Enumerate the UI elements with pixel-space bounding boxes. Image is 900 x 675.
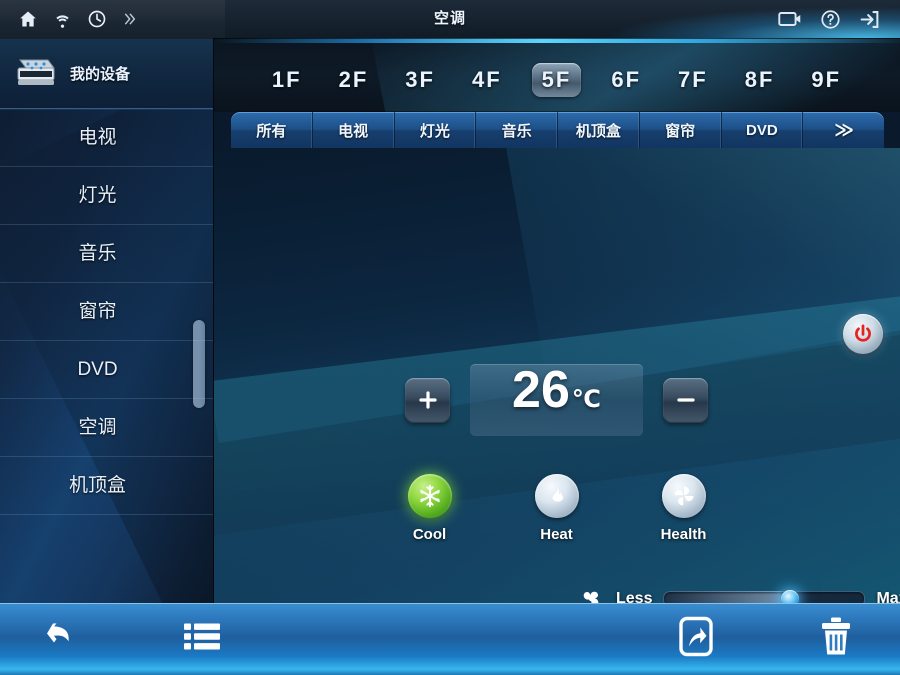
fan-icon xyxy=(577,586,605,603)
fan-max-label: Max xyxy=(876,590,900,603)
sidebar-item-tv[interactable]: 电视 xyxy=(0,109,213,167)
minus-icon xyxy=(676,398,695,402)
exit-icon[interactable] xyxy=(859,9,880,30)
floor-button-2f[interactable]: 2F xyxy=(332,62,376,98)
tab-settopbox[interactable]: 机顶盒 xyxy=(558,112,640,148)
sidebar: 我的设备 电视 灯光 音乐 窗帘 DVD 空调 机顶盒 xyxy=(0,38,214,603)
delete-button[interactable] xyxy=(818,616,854,663)
floor-button-4f[interactable]: 4F xyxy=(465,62,509,98)
sidebar-item-aircon[interactable]: 空调 xyxy=(0,399,213,457)
temperature-value: 26 xyxy=(512,361,570,419)
fan-speed-slider[interactable] xyxy=(663,590,866,603)
temperature-unit: ℃ xyxy=(571,386,601,413)
clock-icon[interactable] xyxy=(87,9,107,29)
sidebar-list: 电视 灯光 音乐 窗帘 DVD 空调 机顶盒 xyxy=(0,109,213,515)
tab-music[interactable]: 音乐 xyxy=(476,112,558,148)
wifi-icon[interactable] xyxy=(52,9,73,29)
temperature-decrease-button[interactable] xyxy=(663,377,708,423)
tab-light[interactable]: 灯光 xyxy=(395,112,477,148)
bottom-bar xyxy=(0,603,900,675)
chevron-double-right-icon[interactable] xyxy=(121,10,137,28)
floor-button-7f[interactable]: 7F xyxy=(671,62,715,98)
fan-blades-icon xyxy=(674,486,693,506)
plus-icon xyxy=(418,391,437,409)
mode-label: Cool xyxy=(412,526,447,543)
sidebar-item-settopbox[interactable]: 机顶盒 xyxy=(0,457,213,515)
mode-button-cool[interactable]: Cool xyxy=(385,474,475,543)
mode-orb xyxy=(534,474,579,518)
flame-icon xyxy=(552,486,563,502)
sidebar-item-label: 电视 xyxy=(78,127,117,148)
sidebar-header-label: 我的设备 xyxy=(70,65,131,83)
temperature-control: 26 ℃ xyxy=(213,364,900,436)
sidebar-item-label: 机顶盒 xyxy=(68,475,126,496)
tab-curtain[interactable]: 窗帘 xyxy=(640,112,722,148)
power-icon xyxy=(852,323,874,345)
sidebar-item-light[interactable]: 灯光 xyxy=(0,167,213,225)
tab-dvd[interactable]: DVD xyxy=(722,112,804,148)
floor-button-9f[interactable]: 9F xyxy=(804,62,848,98)
sidebar-item-dvd[interactable]: DVD xyxy=(0,341,213,399)
home-icon[interactable] xyxy=(18,9,38,29)
snowflake-icon xyxy=(419,484,440,508)
floor-button-1f[interactable]: 1F xyxy=(265,62,309,98)
floor-list: 1F 2F 3F 4F 5F 6F 7F 8F 9F xyxy=(213,38,900,112)
mode-button-health[interactable]: Health xyxy=(639,474,729,543)
app-window: 空调 我的设备 电视 灯光 音乐 窗帘 DVD 空调 机顶盒 1F 2F 3F … xyxy=(0,0,900,675)
mode-label: Health xyxy=(660,526,707,543)
top-bar: 空调 xyxy=(0,0,900,38)
mode-button-heat[interactable]: Heat xyxy=(512,474,602,543)
trash-icon xyxy=(822,617,850,655)
background-swoosh-3 xyxy=(213,270,900,603)
help-icon[interactable] xyxy=(820,9,841,30)
floor-button-5f[interactable]: 5F xyxy=(531,63,582,97)
tab-tv[interactable]: 电视 xyxy=(313,112,395,148)
sidebar-item-label: 音乐 xyxy=(78,243,117,264)
floor-button-3f[interactable]: 3F xyxy=(398,62,442,98)
background-swoosh-4 xyxy=(497,148,900,393)
mode-orb xyxy=(661,474,706,518)
sidebar-item-label: 空调 xyxy=(78,417,117,438)
floor-selector-bar: 1F 2F 3F 4F 5F 6F 7F 8F 9F xyxy=(213,38,900,112)
back-button[interactable] xyxy=(40,617,84,662)
share-arrow-icon xyxy=(679,616,713,657)
tab-all[interactable]: 所有 xyxy=(231,112,313,148)
temperature-increase-button[interactable] xyxy=(405,377,450,423)
sidebar-item-curtain[interactable]: 窗帘 xyxy=(0,283,213,341)
content-area: 1F 2F 3F 4F 5F 6F 7F 8F 9F 所有 电视 灯光 音乐 机… xyxy=(213,38,900,603)
list-icon xyxy=(184,623,220,650)
sidebar-header[interactable]: 我的设备 xyxy=(0,38,213,109)
sidebar-item-music[interactable]: 音乐 xyxy=(0,225,213,283)
sidebar-scrollbar[interactable] xyxy=(193,278,205,408)
sidebar-item-label: 灯光 xyxy=(78,185,117,206)
category-tabs: 所有 电视 灯光 音乐 机顶盒 窗帘 DVD ≫ xyxy=(231,112,884,148)
fan-min-label: Less xyxy=(616,590,653,603)
share-button[interactable] xyxy=(675,616,717,663)
fan-speed-control: Less Max Auto xyxy=(577,585,900,603)
floor-button-6f[interactable]: 6F xyxy=(604,62,648,98)
device-server-icon xyxy=(14,56,58,90)
temperature-display: 26 ℃ xyxy=(470,364,643,436)
list-button[interactable] xyxy=(182,620,222,659)
top-bar-right-icons xyxy=(778,9,900,30)
mode-buttons: Cool Heat Health xyxy=(213,474,900,543)
sidebar-item-label: DVD xyxy=(77,359,118,380)
sidebar-scrollbar-thumb[interactable] xyxy=(193,320,205,408)
mode-orb xyxy=(407,474,452,518)
back-arrow-icon xyxy=(47,623,69,643)
floor-button-8f[interactable]: 8F xyxy=(738,62,782,98)
fan-speed-slider-knob[interactable] xyxy=(781,590,800,603)
power-button[interactable] xyxy=(843,314,883,354)
sidebar-item-label: 窗帘 xyxy=(78,301,117,322)
screen-icon[interactable] xyxy=(778,10,802,28)
mode-label: Heat xyxy=(540,526,573,543)
tab-more[interactable]: ≫ xyxy=(803,112,884,148)
top-bar-left-icons xyxy=(0,9,137,29)
aircon-panel: 26 ℃ Cool Heat Health Less Ma xyxy=(213,148,900,603)
